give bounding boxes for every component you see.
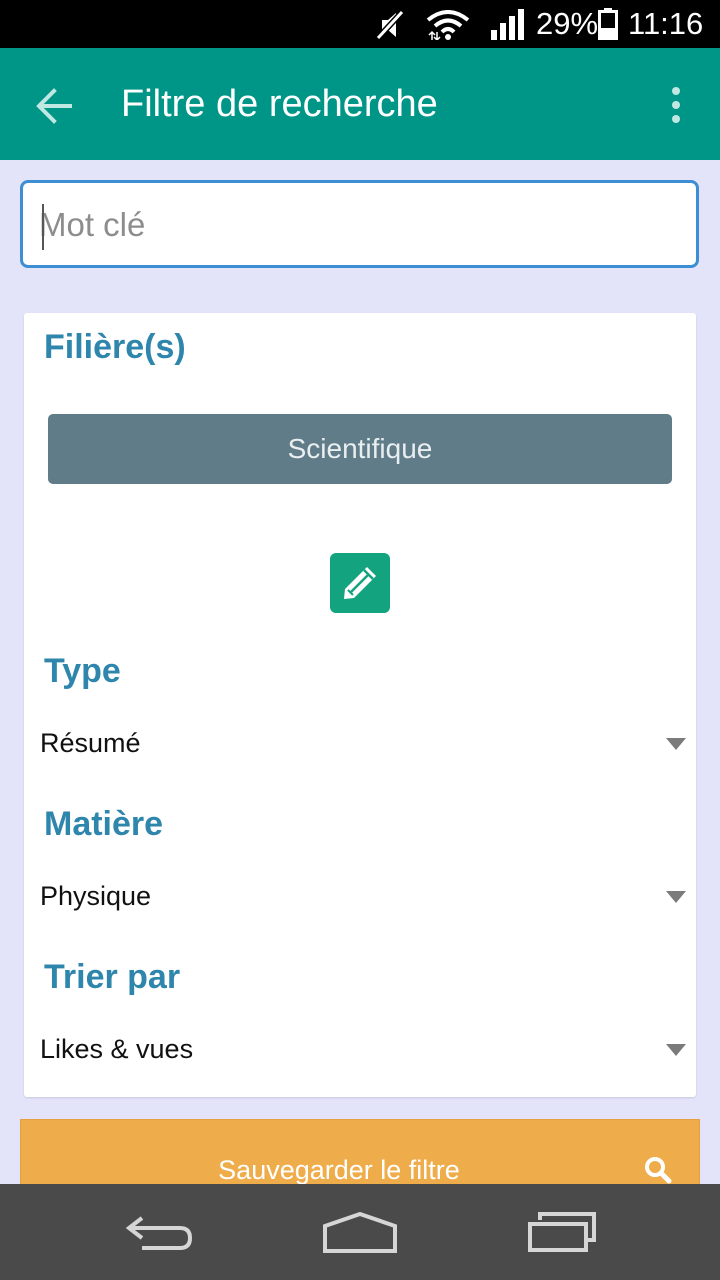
keyword-input[interactable] bbox=[39, 197, 679, 253]
filiere-chip-scientifique[interactable]: Scientifique bbox=[48, 414, 672, 484]
save-filter-label: Sauvegarder le filtre bbox=[218, 1155, 460, 1185]
pencil-icon bbox=[344, 567, 376, 599]
signal-icon bbox=[491, 9, 524, 40]
page-title: Filtre de recherche bbox=[121, 83, 438, 125]
battery-icon bbox=[598, 8, 618, 40]
recents-icon[interactable] bbox=[526, 1210, 598, 1254]
edit-filieres-button[interactable] bbox=[330, 553, 390, 613]
filter-card: Filière(s) Scientifique Type Résumé Mati… bbox=[24, 313, 696, 1097]
type-dropdown[interactable]: Résumé bbox=[24, 713, 696, 773]
matiere-selected-value: Physique bbox=[40, 881, 152, 911]
trier-par-dropdown[interactable]: Likes & vues bbox=[24, 1019, 696, 1079]
matiere-label: Matière bbox=[44, 805, 164, 843]
type-selected-value: Résumé bbox=[40, 728, 141, 758]
search-icon bbox=[645, 1157, 672, 1184]
dropdown-arrow-icon bbox=[666, 891, 686, 903]
home-icon[interactable] bbox=[322, 1212, 398, 1254]
wifi-icon bbox=[426, 10, 470, 40]
more-vert-icon[interactable] bbox=[656, 78, 696, 134]
mute-icon bbox=[375, 9, 405, 41]
matiere-dropdown[interactable]: Physique bbox=[24, 866, 696, 926]
keyword-field[interactable] bbox=[20, 180, 699, 268]
dropdown-arrow-icon bbox=[666, 1044, 686, 1056]
status-bar: 29% 11:16 bbox=[0, 0, 720, 48]
back-icon[interactable] bbox=[124, 1214, 196, 1254]
system-nav-bar bbox=[0, 1184, 720, 1280]
trier-par-label: Trier par bbox=[44, 958, 181, 996]
app-bar: Filtre de recherche bbox=[0, 48, 720, 160]
text-caret bbox=[42, 204, 44, 250]
type-label: Type bbox=[44, 652, 121, 690]
battery-percent: 29% bbox=[536, 6, 599, 41]
arrow-back-icon[interactable] bbox=[26, 78, 82, 134]
trier-par-selected-value: Likes & vues bbox=[40, 1034, 194, 1064]
clock: 11:16 bbox=[628, 6, 704, 41]
dropdown-arrow-icon bbox=[666, 738, 686, 750]
filieres-label: Filière(s) bbox=[44, 328, 186, 366]
